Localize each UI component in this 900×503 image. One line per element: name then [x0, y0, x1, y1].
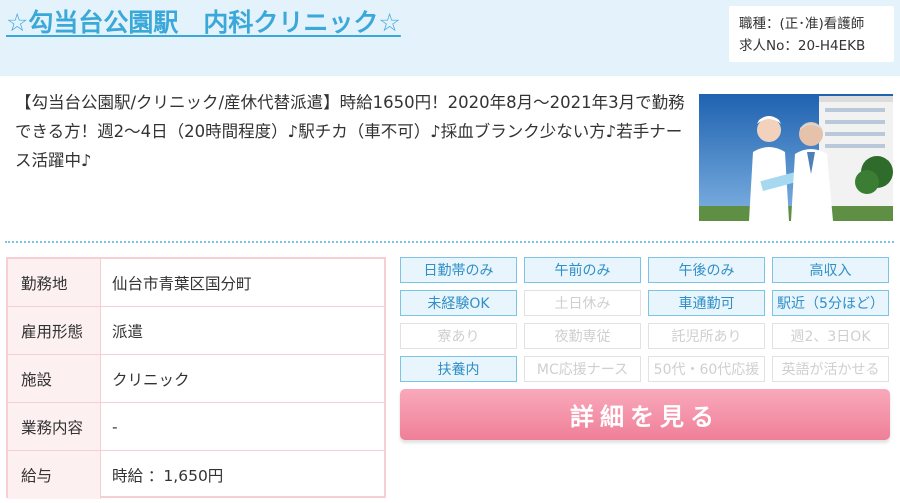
tag-mc-support-nurse: MC応援ナース — [524, 356, 641, 382]
detail-label: 勤務地 — [8, 259, 101, 306]
detail-row-salary: 給与 時給 ：1,650円 — [8, 451, 384, 499]
tag-childcare: 託児所あり — [648, 323, 765, 349]
detail-row-duties: 業務内容 - — [8, 403, 384, 451]
tag-dormitory: 寮あり — [400, 323, 517, 349]
detail-row-location: 勤務地 仙台市青葉区国分町 — [8, 259, 384, 307]
tag-weekends-off: 土日休み — [524, 290, 641, 316]
tag-2-3-days-ok: 週2、3日OK — [772, 323, 889, 349]
detail-row-employment-type: 雇用形態 派遣 — [8, 307, 384, 355]
tag-dependent-range[interactable]: 扶養内 — [400, 356, 517, 382]
view-details-button[interactable]: 詳細を見る — [400, 389, 890, 440]
job-type: 職種：(正･准)看護師 — [739, 16, 865, 32]
detail-value: - — [112, 417, 118, 436]
tag-morning-only[interactable]: 午前のみ — [524, 257, 641, 283]
detail-label: 給与 — [8, 451, 101, 499]
tag-day-shift-only[interactable]: 日勤帯のみ — [400, 257, 517, 283]
divider — [5, 241, 894, 243]
detail-value: クリニック — [112, 370, 190, 389]
tag-car-commute-ok[interactable]: 車通勤可 — [648, 290, 765, 316]
detail-value: 仙台市青葉区国分町 — [112, 274, 252, 293]
detail-label: 雇用形態 — [8, 307, 101, 354]
header: ☆勾当台公園駅 内科クリニック☆ 職種：(正･准)看護師 求人No：20-H4E… — [0, 0, 900, 76]
tag-afternoon-only[interactable]: 午後のみ — [648, 257, 765, 283]
detail-label: 業務内容 — [8, 403, 101, 450]
tag-night-shift-only: 夜勤専従 — [524, 323, 641, 349]
job-details-table: 勤務地 仙台市青葉区国分町 雇用形態 派遣 施設 クリニック 業務内容 - 給与… — [6, 257, 386, 499]
job-id: 求人No：20-H4EKB — [739, 38, 866, 54]
tag-near-station[interactable]: 駅近（5分ほど） — [772, 290, 889, 316]
job-description: 【勾当台公園駅/クリニック/産休代替派遣】時給1650円！2020年8月～202… — [15, 93, 685, 170]
tag-high-income[interactable]: 高収入 — [772, 257, 889, 283]
detail-row-facility: 施設 クリニック — [8, 355, 384, 403]
detail-value: 時給 ：1,650円 — [112, 467, 224, 485]
nurse-doctor-photo — [699, 94, 893, 221]
tag-english-skill: 英語が活かせる — [772, 356, 889, 382]
tag-50s-60s-welcome: 50代・60代応援 — [648, 356, 765, 382]
tag-no-experience-ok[interactable]: 未経験OK — [400, 290, 517, 316]
detail-label: 施設 — [8, 355, 101, 402]
detail-value: 派遣 — [112, 322, 144, 341]
job-title-link[interactable]: ☆勾当台公園駅 内科クリニック☆ — [6, 3, 401, 39]
job-info-box: 職種：(正･准)看護師 求人No：20-H4EKB — [729, 6, 894, 62]
